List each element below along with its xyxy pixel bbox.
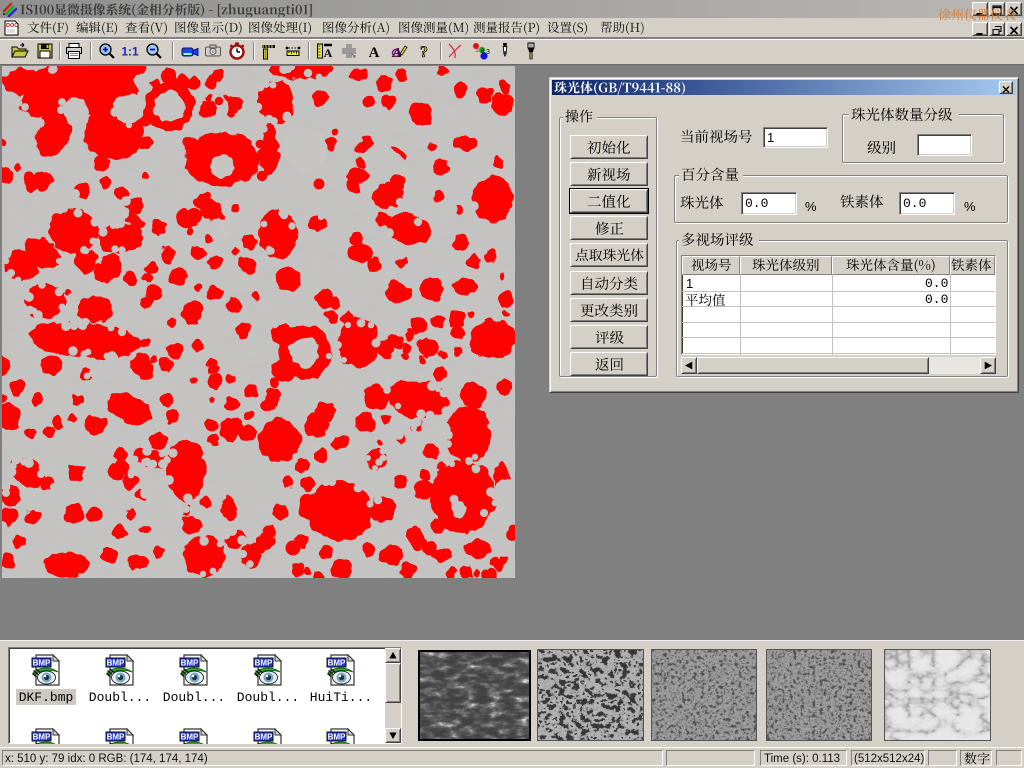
svg-text:1:1: 1:1	[121, 45, 139, 59]
svg-text:A: A	[324, 46, 333, 60]
svg-text:BMP: BMP	[255, 733, 273, 742]
svg-text:DOC: DOC	[6, 23, 18, 29]
svg-text:a: a	[481, 48, 485, 55]
svg-text:BMP: BMP	[255, 659, 273, 668]
svg-text:?: ?	[420, 44, 428, 61]
svg-text:BMP: BMP	[328, 733, 346, 742]
svg-text:BMP: BMP	[107, 659, 125, 668]
svg-text:BMP: BMP	[181, 659, 199, 668]
svg-text:A: A	[369, 45, 380, 61]
svg-text:BMP: BMP	[33, 733, 51, 742]
svg-text:BMP: BMP	[181, 733, 199, 742]
svg-text:1: 1	[475, 47, 479, 54]
svg-text:BMP: BMP	[107, 733, 125, 742]
svg-text:BMP: BMP	[33, 659, 51, 668]
svg-text:3: 3	[486, 49, 490, 56]
svg-text:BMP: BMP	[328, 659, 346, 668]
